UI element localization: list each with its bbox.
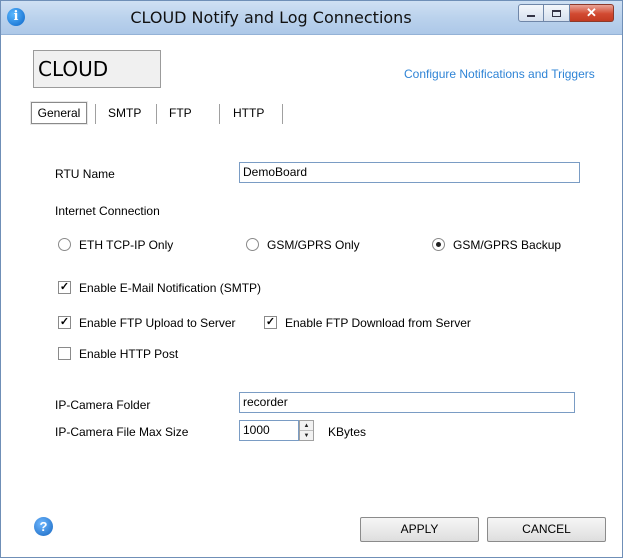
minimize-icon	[527, 15, 535, 17]
camera-max-size-label: IP-Camera File Max Size	[55, 425, 189, 439]
radio-gsm-gprs-only[interactable]	[246, 238, 259, 251]
window-title: CLOUD Notify and Log Connections	[130, 8, 412, 27]
checkbox-http-post-label[interactable]: Enable HTTP Post	[79, 347, 178, 361]
title-bar[interactable]: i CLOUD Notify and Log Connections ✕	[1, 1, 622, 35]
tab-divider	[282, 104, 283, 124]
checkbox-http-post[interactable]	[58, 347, 71, 360]
camera-max-size-input[interactable]: 1000	[239, 420, 299, 441]
tab-general[interactable]: General	[30, 101, 88, 125]
checkmark-icon: ✓	[59, 281, 70, 293]
help-icon[interactable]: ?	[34, 517, 53, 536]
camera-max-size-unit: KBytes	[328, 425, 367, 439]
radio-gsm-gprs-only-label[interactable]: GSM/GPRS Only	[267, 238, 360, 252]
tab-divider	[95, 104, 96, 124]
checkbox-ftp-upload[interactable]: ✓	[58, 316, 71, 329]
radio-gsm-gprs-backup-label[interactable]: GSM/GPRS Backup	[453, 238, 561, 252]
stepper-up-icon[interactable]: ▲	[300, 421, 313, 431]
rtu-name-label: RTU Name	[55, 167, 115, 181]
radio-gsm-gprs-backup[interactable]	[432, 238, 445, 251]
internet-connection-label: Internet Connection	[55, 204, 160, 218]
tab-divider	[156, 104, 157, 124]
close-button[interactable]: ✕	[570, 4, 614, 22]
camera-max-size-stepper[interactable]: ▲ ▼	[299, 420, 314, 441]
cancel-button[interactable]: CANCEL	[487, 517, 606, 542]
rtu-name-input[interactable]: DemoBoard	[239, 162, 580, 183]
radio-eth-tcpip-label[interactable]: ETH TCP-IP Only	[79, 238, 173, 252]
radio-eth-tcpip[interactable]	[58, 238, 71, 251]
apply-button[interactable]: APPLY	[360, 517, 479, 542]
checkbox-ftp-upload-label[interactable]: Enable FTP Upload to Server	[79, 316, 236, 330]
maximize-icon	[552, 9, 561, 17]
cloud-label-box: CLOUD	[33, 50, 161, 88]
checkbox-email-notification-label[interactable]: Enable E-Mail Notification (SMTP)	[79, 281, 261, 295]
window-controls: ✕	[518, 4, 614, 22]
dialog-window: i CLOUD Notify and Log Connections ✕ CLO…	[0, 0, 623, 558]
close-icon: ✕	[586, 5, 597, 20]
maximize-button[interactable]	[544, 4, 570, 22]
configure-notifications-link[interactable]: Configure Notifications and Triggers	[404, 67, 595, 81]
checkbox-ftp-download-label[interactable]: Enable FTP Download from Server	[285, 316, 471, 330]
camera-folder-input[interactable]: recorder	[239, 392, 575, 413]
tab-smtp[interactable]: SMTP	[108, 102, 141, 124]
stepper-down-icon[interactable]: ▼	[300, 431, 313, 440]
checkmark-icon: ✓	[265, 316, 276, 328]
minimize-button[interactable]	[518, 4, 544, 22]
tab-divider	[219, 104, 220, 124]
checkmark-icon: ✓	[59, 316, 70, 328]
checkbox-email-notification[interactable]: ✓	[58, 281, 71, 294]
checkbox-ftp-download[interactable]: ✓	[264, 316, 277, 329]
tab-http[interactable]: HTTP	[233, 102, 264, 124]
tab-ftp[interactable]: FTP	[169, 102, 192, 124]
camera-folder-label: IP-Camera Folder	[55, 398, 151, 412]
